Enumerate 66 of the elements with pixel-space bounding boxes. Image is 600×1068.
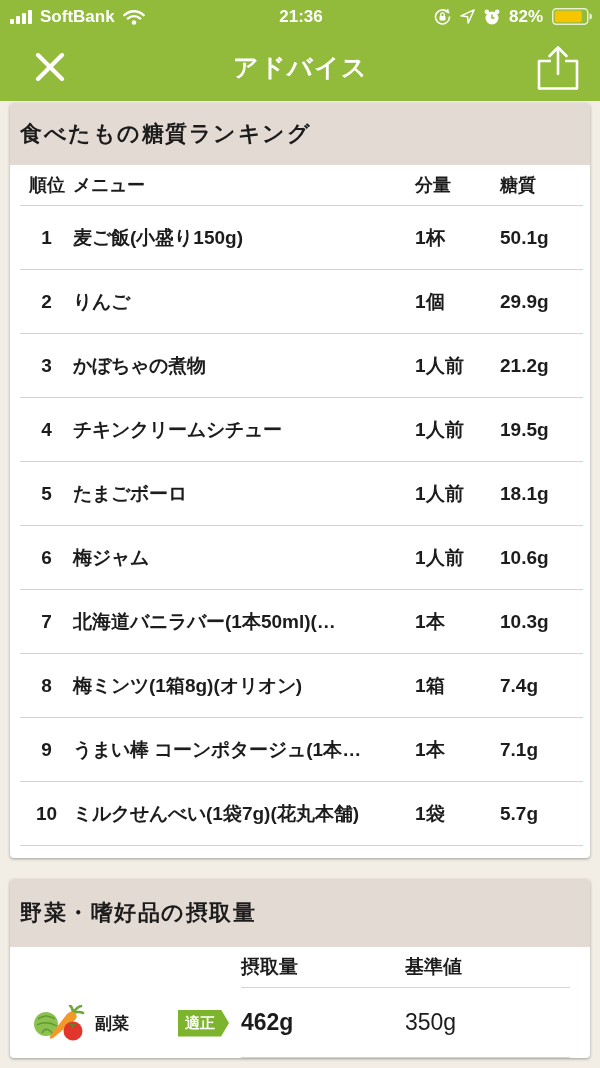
rank-number: 1: [40, 226, 53, 249]
sugar-amount: 7.1g: [500, 738, 540, 761]
share-icon: [537, 44, 579, 90]
rank-number: 6: [40, 546, 53, 569]
status-badge: 適正: [178, 1009, 229, 1037]
menu-name: ミルクせんべい(1袋7g)(花丸本舗): [73, 801, 361, 826]
carrier-name: SoftBank: [40, 6, 115, 27]
menu-name: りんご: [73, 289, 132, 314]
wifi-icon: [122, 8, 145, 25]
signal-icon: [10, 9, 32, 24]
portion-amount: 1人前: [415, 481, 465, 506]
share-button[interactable]: [536, 44, 580, 90]
sugar-amount: 7.4g: [500, 674, 540, 697]
menu-name: 麦ご飯(小盛り150g): [73, 225, 244, 250]
clock-time: 21:36: [279, 6, 323, 27]
section-title: 野菜・嗜好品の摂取量: [20, 899, 256, 927]
column-header: 基準値: [405, 955, 462, 979]
menu-name: チキンクリームシチュー: [73, 417, 283, 442]
rank-number: 8: [40, 674, 53, 697]
battery-icon: [552, 8, 592, 25]
sugar-amount: 21.2g: [500, 354, 550, 377]
rotation-lock-icon: [433, 8, 451, 25]
sugar-amount: 50.1g: [500, 226, 550, 249]
portion-amount: 1人前: [415, 417, 465, 442]
rank-number: 9: [40, 738, 53, 761]
portion-amount: 1袋: [415, 801, 446, 826]
battery-percent: 82%: [508, 6, 543, 27]
menu-name: 梅ジャム: [73, 545, 150, 570]
food-group-label: 副菜: [95, 1012, 129, 1035]
column-header: メニュー: [73, 174, 146, 197]
sugar-amount: 10.6g: [500, 546, 550, 569]
sugar-amount: 5.7g: [500, 802, 540, 825]
column-header: 摂取量: [241, 955, 298, 979]
rank-number: 4: [40, 418, 53, 441]
standard-value: 350g: [405, 1009, 457, 1036]
rank-number: 10: [34, 802, 59, 825]
close-icon: [35, 53, 65, 81]
rank-number: 3: [40, 354, 53, 377]
portion-amount: 1本: [415, 609, 446, 634]
sugar-amount: 10.3g: [500, 610, 550, 633]
column-header: 順位: [27, 174, 66, 197]
close-button[interactable]: [33, 50, 67, 84]
screen-title: アドバイス: [231, 51, 369, 83]
sugar-amount: 18.1g: [500, 482, 550, 505]
portion-amount: 1杯: [415, 225, 446, 250]
portion-amount: 1箱: [415, 673, 446, 698]
rank-number: 2: [40, 290, 53, 313]
menu-name: かぼちゃの煮物: [73, 353, 207, 378]
column-header: 分量: [415, 174, 452, 197]
portion-amount: 1本: [415, 737, 446, 762]
intake-value: 462g: [241, 1009, 294, 1036]
column-header: 糖質: [500, 174, 537, 197]
menu-name: 北海道バニラバー(1本50ml)(…: [73, 609, 337, 634]
portion-amount: 1人前: [415, 545, 465, 570]
menu-name: たまごボーロ: [73, 481, 188, 506]
sugar-amount: 19.5g: [500, 418, 550, 441]
alarm-clock-icon: [483, 8, 500, 25]
rank-number: 7: [40, 610, 53, 633]
menu-name: 梅ミンツ(1箱8g)(オリオン): [73, 673, 304, 698]
portion-amount: 1個: [415, 289, 446, 314]
location-arrow-icon: [459, 9, 475, 24]
rank-number: 5: [40, 482, 53, 505]
portion-amount: 1人前: [415, 353, 465, 378]
sugar-amount: 29.9g: [500, 290, 550, 313]
menu-name: うまい棒 コーンポタージュ(1本…: [73, 737, 363, 762]
section-title: 食べたもの糖質ランキング: [20, 120, 311, 148]
